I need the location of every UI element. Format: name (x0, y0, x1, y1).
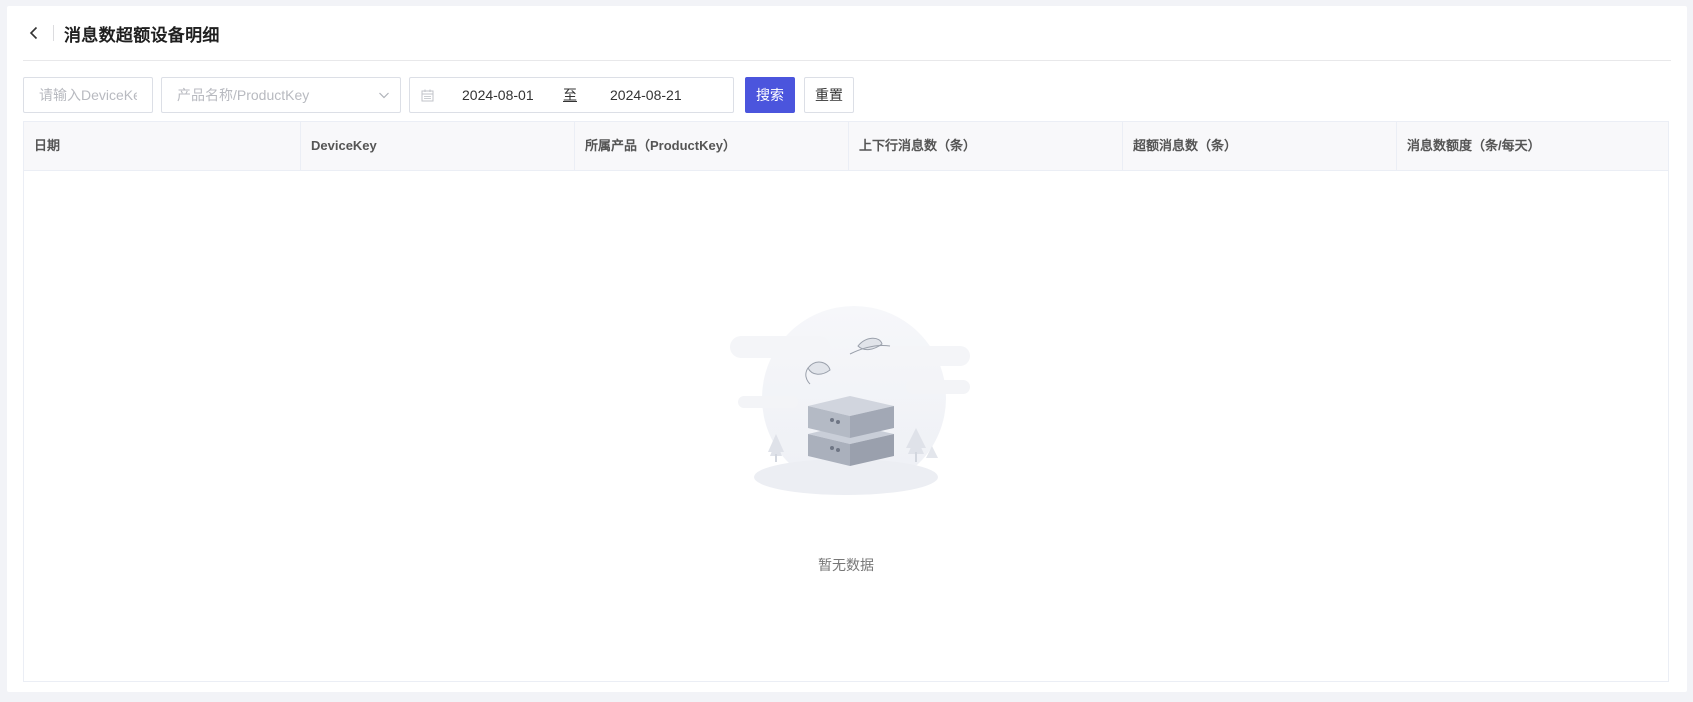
main-card: 消息数超额设备明细 2024-08-01 至 2024-08-21 (7, 6, 1687, 692)
device-key-input[interactable] (24, 78, 152, 112)
page-title: 消息数超额设备明细 (64, 25, 220, 45)
table-header: 日期 DeviceKey 所属产品（ProductKey） 上下行消息数（条） … (24, 122, 1668, 171)
column-header-message-count: 上下行消息数（条） (849, 122, 1123, 170)
date-range-picker[interactable]: 2024-08-01 至 2024-08-21 (409, 77, 734, 113)
device-key-input-wrapper (23, 77, 153, 113)
data-table: 日期 DeviceKey 所属产品（ProductKey） 上下行消息数（条） … (23, 121, 1669, 682)
product-select-input[interactable] (162, 78, 400, 112)
empty-text: 暂无数据 (818, 557, 874, 573)
empty-data-illustration (730, 306, 970, 495)
page-header: 消息数超额设备明细 (23, 6, 1671, 61)
column-header-device-key: DeviceKey (301, 122, 575, 170)
date-end[interactable]: 2024-08-21 (610, 78, 682, 112)
header-divider (53, 25, 54, 41)
column-header-product: 所属产品（ProductKey） (575, 122, 849, 170)
column-header-quota: 消息数额度（条/每天） (1407, 138, 1541, 153)
column-header-excess-count: 超额消息数（条） (1123, 122, 1397, 170)
column-header-date: 日期 (24, 122, 301, 170)
calendar-icon (421, 89, 434, 102)
chevron-down-icon (379, 92, 389, 99)
empty-state: 暂无数据 (24, 170, 1668, 681)
chevron-left-icon (29, 26, 38, 40)
reset-button[interactable]: 重置 (804, 77, 854, 113)
search-button[interactable]: 搜索 (745, 77, 795, 113)
date-start[interactable]: 2024-08-01 (462, 78, 534, 112)
date-range-separator: 至 (563, 87, 577, 103)
product-select[interactable] (161, 77, 401, 113)
back-button[interactable] (25, 24, 43, 42)
